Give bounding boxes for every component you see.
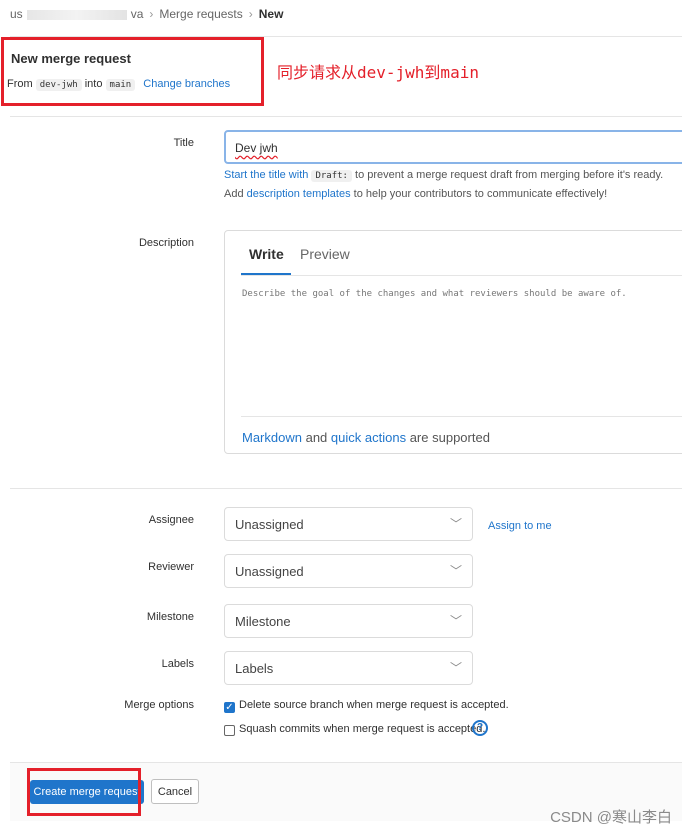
question-circle-icon[interactable]: ?	[472, 720, 488, 736]
quick-actions-link[interactable]: quick actions	[331, 430, 406, 445]
reviewer-label: Reviewer	[148, 561, 194, 573]
milestone-label: Milestone	[146, 611, 194, 623]
milestone-select[interactable]: Milestone ﹀	[224, 604, 473, 638]
description-label: Description	[138, 237, 194, 249]
reviewer-value: Unassigned	[235, 564, 304, 579]
draft-help-suffix: to prevent a merge request draft from me…	[355, 169, 664, 181]
page-title: New merge request	[11, 51, 131, 66]
annotation-box-create	[27, 768, 141, 816]
draft-code: Draft:	[311, 170, 352, 182]
chevron-down-icon: ﹀	[449, 564, 462, 578]
assign-to-me-link[interactable]: Assign to me	[488, 520, 552, 532]
chevron-down-icon: ﹀	[449, 661, 462, 675]
merge-options-label: Merge options	[124, 699, 194, 711]
source-branch: dev-jwh	[35, 79, 82, 91]
tab-write[interactable]: Write	[249, 246, 284, 262]
title-input[interactable]: Dev jwh	[224, 130, 682, 164]
labels-select[interactable]: Labels ﹀	[224, 651, 473, 685]
title-label: Title	[173, 137, 194, 149]
description-textarea[interactable]: Describe the goal of the changes and wha…	[242, 289, 627, 299]
breadcrumb-merge-requests[interactable]: Merge requests	[159, 7, 242, 21]
branch-info: From dev-jwh into main Change branches	[7, 78, 230, 91]
into-label: into	[84, 78, 103, 90]
chevron-down-icon: ﹀	[449, 614, 462, 628]
assignee-value: Unassigned	[235, 517, 304, 532]
draft-help-link[interactable]: Start the title with	[224, 169, 308, 181]
description-templates-link[interactable]: description templates	[247, 188, 351, 200]
markdown-help: Markdown and quick actions are supported	[242, 430, 490, 445]
delete-source-checkbox[interactable]: ✓	[224, 702, 235, 713]
chevron-right-icon: ›	[149, 7, 154, 21]
breadcrumb-project[interactable]: va	[131, 7, 144, 21]
title-value: Dev jwh	[235, 141, 278, 155]
milestone-value: Milestone	[235, 614, 291, 629]
labels-value: Labels	[235, 661, 274, 676]
labels-label: Labels	[161, 658, 194, 670]
squash-commits-checkbox[interactable]	[224, 725, 235, 736]
editor-footer-divider	[241, 416, 682, 417]
watermark: CSDN @寒山李白	[550, 809, 672, 826]
form-top-divider	[10, 116, 682, 117]
annotation-text: 同步请求从dev-jwh到main	[277, 63, 479, 82]
change-branches-link[interactable]: Change branches	[143, 78, 230, 90]
chevron-down-icon: ﹀	[449, 517, 462, 531]
chevron-right-icon: ›	[248, 7, 253, 21]
markdown-and: and	[305, 430, 328, 445]
tab-preview[interactable]: Preview	[300, 246, 350, 262]
templates-help-suffix: to help your contributors to communicate…	[353, 188, 608, 200]
breadcrumb: us va › Merge requests › New	[10, 7, 283, 21]
templates-help-prefix: Add	[224, 188, 244, 200]
templates-help-text: Add description templates to help your c…	[224, 188, 607, 200]
delete-source-label[interactable]: Delete source branch when merge request …	[239, 699, 509, 711]
form-middle-divider	[10, 488, 682, 489]
from-label: From	[7, 78, 33, 90]
squash-commits-label[interactable]: Squash commits when merge request is acc…	[239, 723, 485, 735]
blurred-project-name	[26, 9, 127, 20]
cancel-button[interactable]: Cancel	[151, 779, 199, 804]
breadcrumb-current: New	[258, 7, 284, 21]
markdown-link[interactable]: Markdown	[242, 430, 302, 445]
annotation-box-header	[1, 37, 264, 106]
markdown-suffix: are supported	[409, 430, 490, 445]
target-branch: main	[105, 79, 136, 91]
assignee-label: Assignee	[148, 514, 194, 526]
assignee-select[interactable]: Unassigned ﹀	[224, 507, 473, 541]
breadcrumb-user[interactable]: us	[10, 7, 23, 21]
description-editor: Write Preview Describe the goal of the c…	[224, 230, 682, 454]
draft-help-text: Start the title with Draft: to prevent a…	[224, 169, 664, 182]
tab-divider	[241, 275, 682, 276]
reviewer-select[interactable]: Unassigned ﹀	[224, 554, 473, 588]
